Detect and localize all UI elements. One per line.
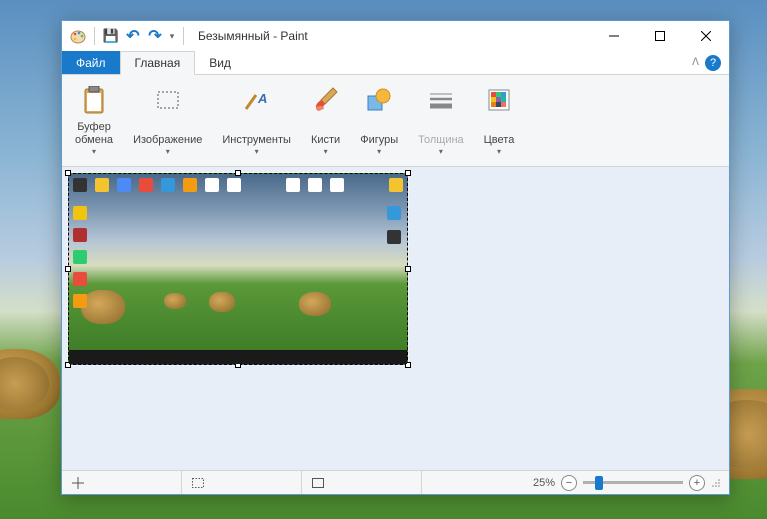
status-canvas-size [302, 471, 422, 494]
window-controls [591, 21, 729, 51]
image-content [81, 290, 125, 324]
selection-handle[interactable] [65, 362, 71, 368]
brush-icon [313, 84, 339, 116]
chevron-down-icon: ▾ [255, 147, 259, 157]
selection-icon [192, 478, 204, 488]
status-position [62, 471, 182, 494]
help-icon[interactable]: ? [705, 55, 721, 71]
colors-icon [488, 84, 510, 116]
collapse-ribbon-icon[interactable]: ᐱ [692, 57, 699, 68]
brushes-label: Кисти [311, 134, 340, 147]
titlebar[interactable]: 💾 ↶ ↷ ▾ Безымянный - Paint [62, 21, 729, 51]
image-content [164, 293, 186, 309]
ribbon: Буфер обмена▾ Изображение▾ A Инструменты… [62, 75, 729, 167]
clipboard-group[interactable]: Буфер обмена▾ [66, 79, 122, 162]
tab-view[interactable]: Вид [195, 51, 245, 74]
svg-text:A: A [257, 91, 267, 106]
selection-handle[interactable] [65, 266, 71, 272]
tools-group[interactable]: A Инструменты▾ [213, 79, 300, 162]
tools-icon: A [244, 84, 270, 116]
wallpaper-decor [0, 349, 60, 419]
selection-handle[interactable] [235, 170, 241, 176]
pasted-image-selection[interactable] [68, 173, 408, 365]
chevron-down-icon: ▾ [497, 147, 501, 157]
colors-group[interactable]: Цвета▾ [475, 79, 524, 162]
size-icon [428, 84, 454, 116]
quick-access-toolbar: 💾 ↶ ↷ ▾ [68, 26, 188, 46]
app-icon[interactable] [68, 26, 88, 46]
zoom-slider[interactable] [583, 481, 683, 484]
resize-grip-icon[interactable] [711, 478, 721, 488]
image-content [209, 292, 235, 312]
chevron-down-icon: ▾ [166, 147, 170, 157]
image-content [387, 206, 401, 244]
chevron-down-icon: ▾ [377, 147, 381, 157]
separator [94, 27, 95, 45]
save-icon[interactable]: 💾 [101, 26, 121, 46]
zoom-in-button[interactable]: + [689, 475, 705, 491]
redo-icon[interactable]: ↷ [145, 26, 165, 46]
image-label: Изображение [133, 134, 202, 147]
canvas-area[interactable] [62, 167, 729, 470]
selection-handle[interactable] [405, 170, 411, 176]
shapes-group[interactable]: Фигуры▾ [351, 79, 407, 162]
ribbon-tabs: Файл Главная Вид ᐱ ? [62, 51, 729, 75]
image-content [73, 206, 87, 308]
clipboard-icon [82, 84, 106, 116]
crosshair-icon [72, 477, 84, 489]
image-group[interactable]: Изображение▾ [124, 79, 211, 162]
size-group[interactable]: Толщина▾ [409, 79, 473, 162]
clipboard-label: Буфер обмена [75, 121, 113, 147]
selection-handle[interactable] [235, 362, 241, 368]
close-button[interactable] [683, 21, 729, 51]
size-label: Толщина [418, 134, 464, 147]
zoom-label: 25% [533, 477, 555, 489]
tools-label: Инструменты [222, 134, 291, 147]
colors-label: Цвета [484, 134, 515, 147]
minimize-button[interactable] [591, 21, 637, 51]
qat-customize-icon[interactable]: ▾ [167, 26, 177, 46]
brushes-group[interactable]: Кисти▾ [302, 79, 349, 162]
image-content [299, 292, 331, 316]
undo-icon[interactable]: ↶ [123, 26, 143, 46]
zoom-controls: 25% − + [525, 475, 729, 491]
zoom-out-button[interactable]: − [561, 475, 577, 491]
maximize-button[interactable] [637, 21, 683, 51]
tab-home[interactable]: Главная [120, 51, 196, 75]
chevron-down-icon: ▾ [439, 147, 443, 157]
paint-window: 💾 ↶ ↷ ▾ Безымянный - Paint Файл Главная … [61, 20, 730, 495]
selection-handle[interactable] [405, 266, 411, 272]
status-selection-size [182, 471, 302, 494]
tab-file[interactable]: Файл [62, 51, 120, 74]
window-title: Безымянный - Paint [198, 29, 308, 43]
selection-handle[interactable] [405, 362, 411, 368]
chevron-down-icon: ▾ [324, 147, 328, 157]
statusbar: 25% − + [62, 470, 729, 494]
selection-handle[interactable] [65, 170, 71, 176]
chevron-down-icon: ▾ [92, 147, 96, 157]
select-icon [156, 84, 180, 116]
canvas-icon [312, 478, 324, 488]
shapes-label: Фигуры [360, 134, 398, 147]
zoom-slider-thumb[interactable] [595, 476, 603, 490]
image-content [73, 178, 403, 204]
shapes-icon [366, 84, 392, 116]
separator [183, 27, 184, 45]
